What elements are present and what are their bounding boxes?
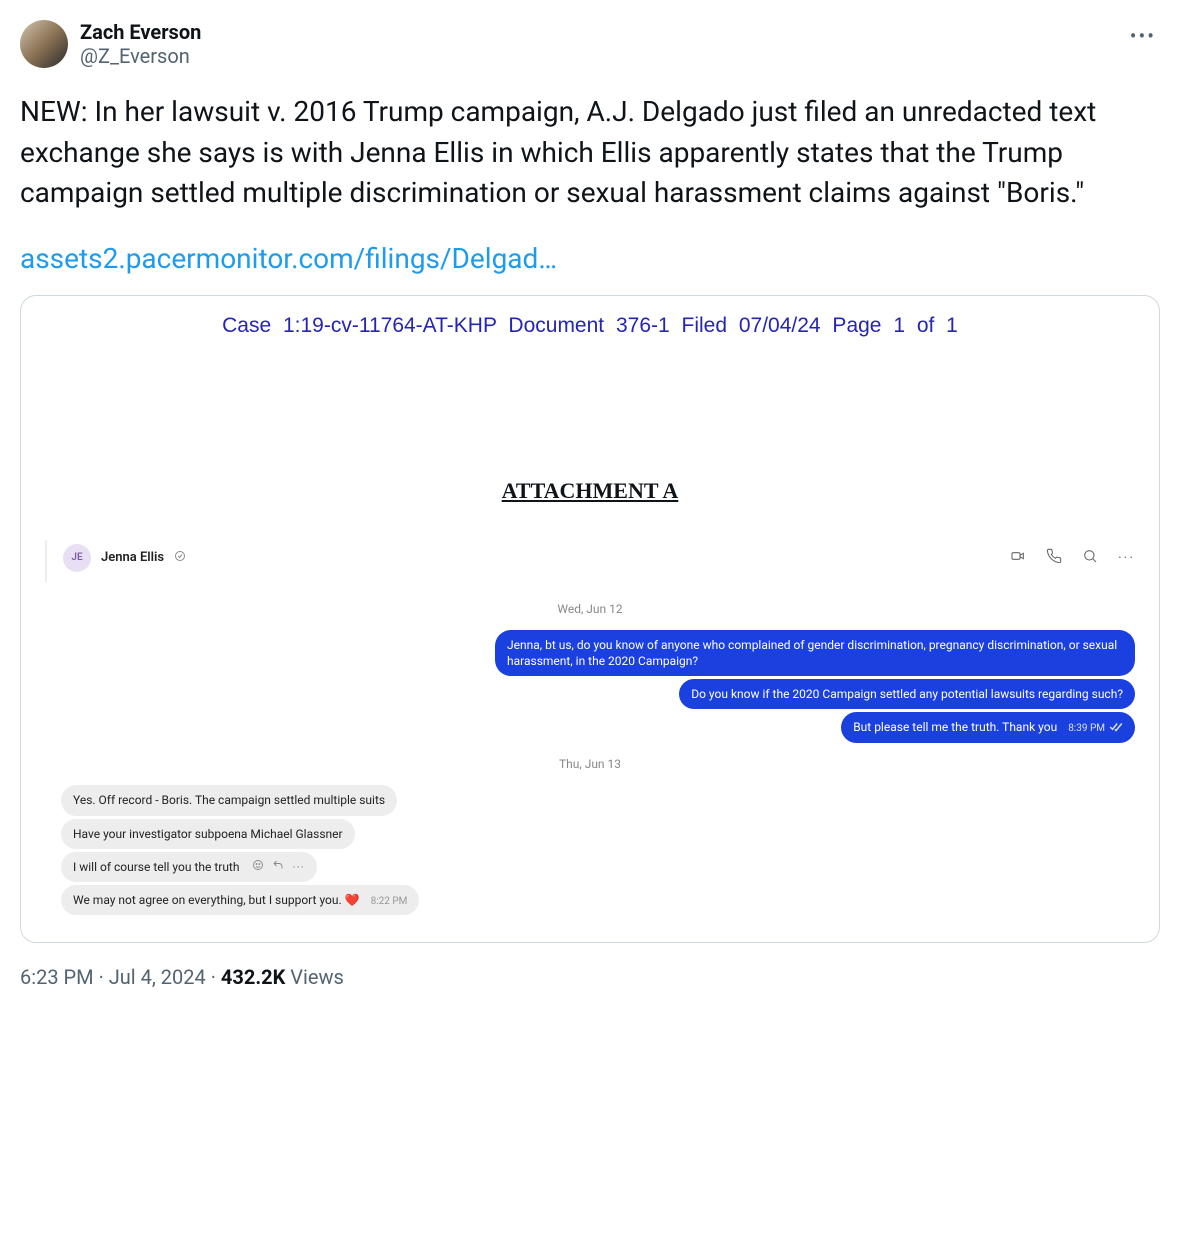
read-receipt-icon [1109,722,1123,737]
avatar[interactable] [20,20,68,68]
reply-icon [272,859,284,875]
chat-header: JE Jenna Ellis ··· [45,540,1135,582]
phone-icon [1046,548,1062,568]
chat-contact-name: Jenna Ellis [101,550,164,565]
sent-message: Jenna, bt us, do you know of anyone who … [45,630,1135,676]
message-text: Do you know if the 2020 Campaign settled… [679,679,1135,709]
chat-date: Wed, Jun 12 [45,602,1135,616]
received-message: I will of course tell you the truth ··· [45,852,1135,882]
search-icon [1082,548,1098,568]
tweet-timestamp[interactable]: 6:23 PM · Jul 4, 2024 [20,965,206,989]
received-message: Have your investigator subpoena Michael … [45,819,1135,849]
heart-icon: ❤️ [345,893,360,907]
message-text: Have your investigator subpoena Michael … [61,819,355,849]
tweet-link[interactable]: assets2.pacermonitor.com/filings/Delgad… [20,242,1160,275]
author-handle[interactable]: @Z_Everson [80,44,1160,68]
message-text: Jenna, bt us, do you know of anyone who … [495,630,1135,676]
chat-date: Thu, Jun 13 [45,757,1135,771]
verified-icon [174,550,186,565]
video-icon [1010,548,1026,568]
views-label: Views [290,965,344,989]
message-more-icon: ··· [292,859,304,875]
message-text-inner: I will of course tell you the truth [73,860,239,874]
message-time: 8:22 PM [371,895,408,909]
tweet-footer: 6:23 PM · Jul 4, 2024 · 432.2K Views [20,965,1160,989]
tweet-text: NEW: In her lawsuit v. 2016 Trump campai… [20,92,1160,214]
more-icon[interactable]: ••• [1126,20,1160,52]
document-header: Case 1:19-cv-11764-AT-KHP Document 376-1… [45,314,1135,338]
message-text: We may not agree on everything, but I su… [61,885,419,916]
author-name[interactable]: Zach Everson [80,20,1160,44]
chat-avatar: JE [63,544,91,572]
attachment-title: ATTACHMENT A [45,478,1135,504]
message-time: 8:39 PM [1068,722,1105,736]
react-icon [252,859,264,875]
chat-more-icon: ··· [1118,550,1135,566]
message-text: But please tell me the truth. Thank you … [841,712,1135,743]
received-message: We may not agree on everything, but I su… [45,885,1135,916]
message-text-inner: We may not agree on everything, but I su… [73,893,342,907]
sent-message: Do you know if the 2020 Campaign settled… [45,679,1135,709]
embedded-document-image[interactable]: Case 1:19-cv-11764-AT-KHP Document 376-1… [20,295,1160,944]
message-text-inner: But please tell me the truth. Thank you [853,720,1057,734]
message-text: I will of course tell you the truth ··· [61,852,317,882]
views-count[interactable]: 432.2K [221,965,285,989]
sent-message: But please tell me the truth. Thank you … [45,712,1135,743]
received-message: Yes. Off record - Boris. The campaign se… [45,785,1135,815]
message-text: Yes. Off record - Boris. The campaign se… [61,785,397,815]
